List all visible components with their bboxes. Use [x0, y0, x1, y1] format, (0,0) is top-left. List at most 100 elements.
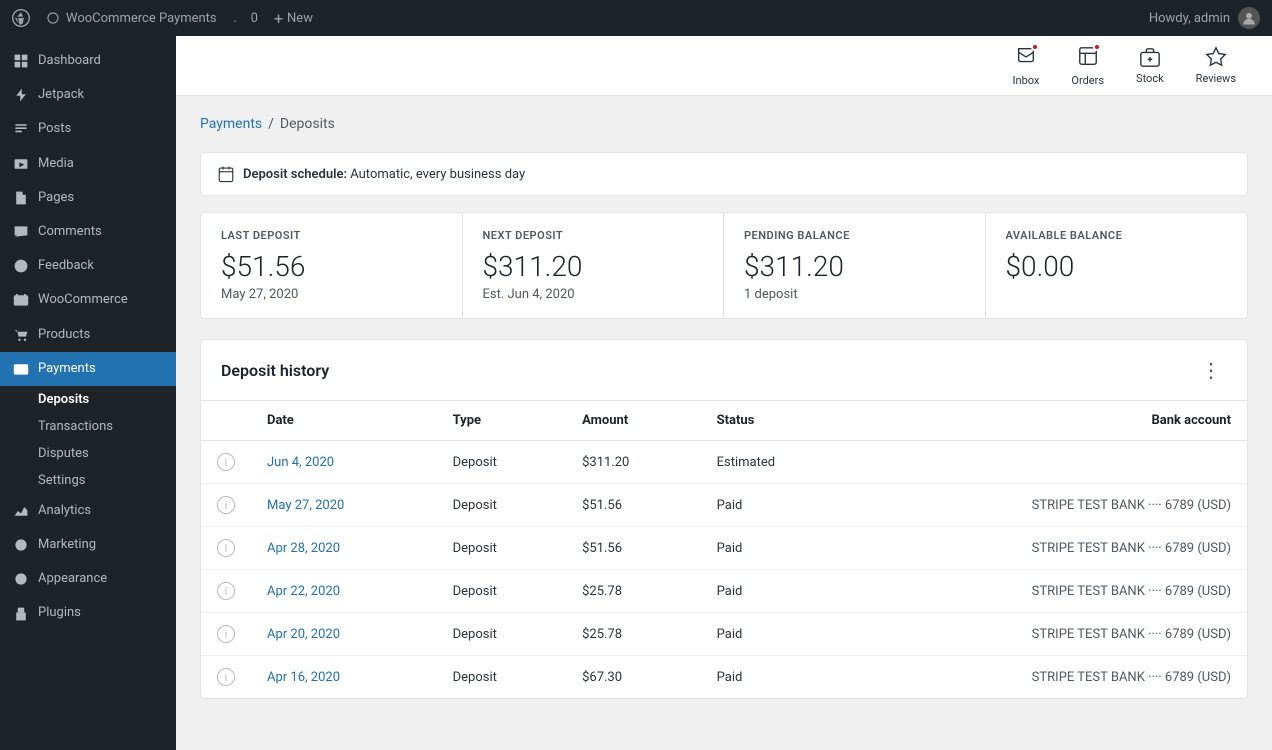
stat-available-label: AVAILABLE BALANCE — [1006, 229, 1228, 242]
row-bank: STRIPE TEST BANK ···· 6789 (USD) — [854, 527, 1247, 570]
sidebar: Dashboard Jetpack Posts Media — [0, 36, 176, 750]
comments-icon — [12, 223, 30, 241]
sidebar-item-payments[interactable]: Payments — [0, 352, 176, 386]
row-status: Paid — [701, 484, 855, 527]
row-type: Deposit — [437, 570, 566, 613]
sidebar-item-feedback[interactable]: Feedback — [0, 249, 176, 283]
wp-logo[interactable] — [12, 9, 30, 27]
sidebar-item-comments[interactable]: Comments — [0, 215, 176, 249]
breadcrumb: Payments / Deposits — [200, 116, 1248, 132]
col-header-info — [201, 401, 251, 441]
products-icon — [12, 326, 30, 344]
reviews-button[interactable]: Reviews — [1184, 38, 1248, 93]
stat-pending-sub: 1 deposit — [744, 287, 965, 302]
stat-available-value: $0.00 — [1006, 250, 1228, 283]
sidebar-sub-deposits[interactable]: Deposits — [0, 386, 176, 413]
calendar-icon — [217, 165, 235, 183]
stat-next-deposit: NEXT DEPOSIT $311.20 Est. Jun 4, 2020 — [463, 213, 725, 318]
row-amount: $311.20 — [566, 441, 701, 484]
sidebar-item-woocommerce[interactable]: WooCommerce — [0, 283, 176, 317]
row-date-link[interactable]: Apr 28, 2020 — [267, 541, 340, 556]
sidebar-item-appearance[interactable]: Appearance — [0, 562, 176, 596]
breadcrumb-current: Deposits — [280, 116, 335, 132]
table-row: i Apr 28, 2020 Deposit $51.56 Paid STRIP… — [201, 527, 1247, 570]
stat-next-deposit-sub: Est. Jun 4, 2020 — [483, 287, 704, 302]
row-date-link[interactable]: Jun 4, 2020 — [267, 455, 334, 470]
breadcrumb-separator: / — [268, 116, 274, 132]
stock-button[interactable]: Stock — [1124, 38, 1176, 93]
col-header-date[interactable]: Date — [251, 401, 437, 441]
row-info-icon[interactable]: i — [217, 539, 235, 557]
row-info-icon[interactable]: i — [217, 668, 235, 686]
stat-pending-label: PENDING BALANCE — [744, 229, 965, 242]
row-info-icon[interactable]: i — [217, 582, 235, 600]
row-bank — [854, 441, 1247, 484]
row-bank: STRIPE TEST BANK ···· 6789 (USD) — [854, 613, 1247, 656]
row-amount: $51.56 — [566, 527, 701, 570]
row-status: Paid — [701, 656, 855, 699]
row-info-icon[interactable]: i — [217, 453, 235, 471]
deposit-history-more-button[interactable]: ⋮ — [1195, 356, 1227, 384]
site-name[interactable]: WooCommerce Payments — [46, 11, 217, 26]
row-date-link[interactable]: Apr 20, 2020 — [267, 627, 340, 642]
row-amount: $25.78 — [566, 613, 701, 656]
table-row: i Apr 20, 2020 Deposit $25.78 Paid STRIP… — [201, 613, 1247, 656]
row-info-icon[interactable]: i — [217, 496, 235, 514]
row-bank: STRIPE TEST BANK ···· 6789 (USD) — [854, 484, 1247, 527]
row-status: Paid — [701, 613, 855, 656]
row-amount: $51.56 — [566, 484, 701, 527]
sidebar-sub-disputes[interactable]: Disputes — [0, 440, 176, 467]
orders-button[interactable]: Orders — [1059, 37, 1116, 95]
table-row: i Jun 4, 2020 Deposit $311.20 Estimated — [201, 441, 1247, 484]
dashboard-icon — [12, 52, 30, 70]
woocommerce-icon — [12, 291, 30, 309]
row-date-link[interactable]: Apr 22, 2020 — [267, 584, 340, 599]
avatar — [1238, 7, 1260, 29]
sidebar-item-pages[interactable]: Pages — [0, 181, 176, 215]
new-content-button[interactable]: + New — [274, 9, 313, 28]
sidebar-item-posts[interactable]: Posts — [0, 112, 176, 146]
appearance-icon — [12, 570, 30, 588]
deposit-schedule: Deposit schedule: Automatic, every busin… — [200, 152, 1248, 196]
inbox-button[interactable]: Inbox — [1001, 37, 1052, 95]
breadcrumb-parent[interactable]: Payments — [200, 116, 262, 132]
row-type: Deposit — [437, 484, 566, 527]
sidebar-item-analytics[interactable]: Analytics — [0, 494, 176, 528]
row-date-link[interactable]: Apr 16, 2020 — [267, 670, 340, 685]
comments-bubble[interactable]: 0 — [233, 11, 258, 26]
row-date-link[interactable]: May 27, 2020 — [267, 498, 344, 513]
stat-last-deposit: LAST DEPOSIT $51.56 May 27, 2020 — [201, 213, 463, 318]
feedback-icon — [12, 257, 30, 275]
row-type: Deposit — [437, 613, 566, 656]
user-info[interactable]: Howdy, admin — [1149, 7, 1260, 29]
top-header: Inbox Orders Stock Reviews — [176, 36, 1272, 96]
sidebar-item-products[interactable]: Products — [0, 318, 176, 352]
row-amount: $25.78 — [566, 570, 701, 613]
row-status: Paid — [701, 527, 855, 570]
deposits-table: Date Type Amount Status Bank account i J… — [201, 401, 1247, 698]
row-bank: STRIPE TEST BANK ···· 6789 (USD) — [854, 570, 1247, 613]
sidebar-sub-settings[interactable]: Settings — [0, 467, 176, 494]
sidebar-sub-transactions[interactable]: Transactions — [0, 413, 176, 440]
row-amount: $67.30 — [566, 656, 701, 699]
analytics-icon — [12, 502, 30, 520]
col-header-amount: Amount — [566, 401, 701, 441]
stats-grid: LAST DEPOSIT $51.56 May 27, 2020 NEXT DE… — [200, 212, 1248, 319]
stat-last-deposit-value: $51.56 — [221, 250, 442, 283]
deposit-schedule-label: Deposit schedule: — [243, 167, 347, 182]
sidebar-item-jetpack[interactable]: Jetpack — [0, 78, 176, 112]
row-type: Deposit — [437, 656, 566, 699]
row-status: Estimated — [701, 441, 855, 484]
payments-icon — [12, 360, 30, 378]
row-info-icon[interactable]: i — [217, 625, 235, 643]
sidebar-item-dashboard[interactable]: Dashboard — [0, 44, 176, 78]
row-status: Paid — [701, 570, 855, 613]
table-row: i Apr 22, 2020 Deposit $25.78 Paid STRIP… — [201, 570, 1247, 613]
sidebar-item-plugins[interactable]: Plugins — [0, 596, 176, 630]
col-header-bank: Bank account — [854, 401, 1247, 441]
page-content: Payments / Deposits Deposit schedule: Au… — [176, 96, 1272, 750]
sidebar-item-marketing[interactable]: Marketing — [0, 528, 176, 562]
sidebar-item-media[interactable]: Media — [0, 147, 176, 181]
stat-last-deposit-label: LAST DEPOSIT — [221, 229, 442, 242]
col-header-status: Status — [701, 401, 855, 441]
